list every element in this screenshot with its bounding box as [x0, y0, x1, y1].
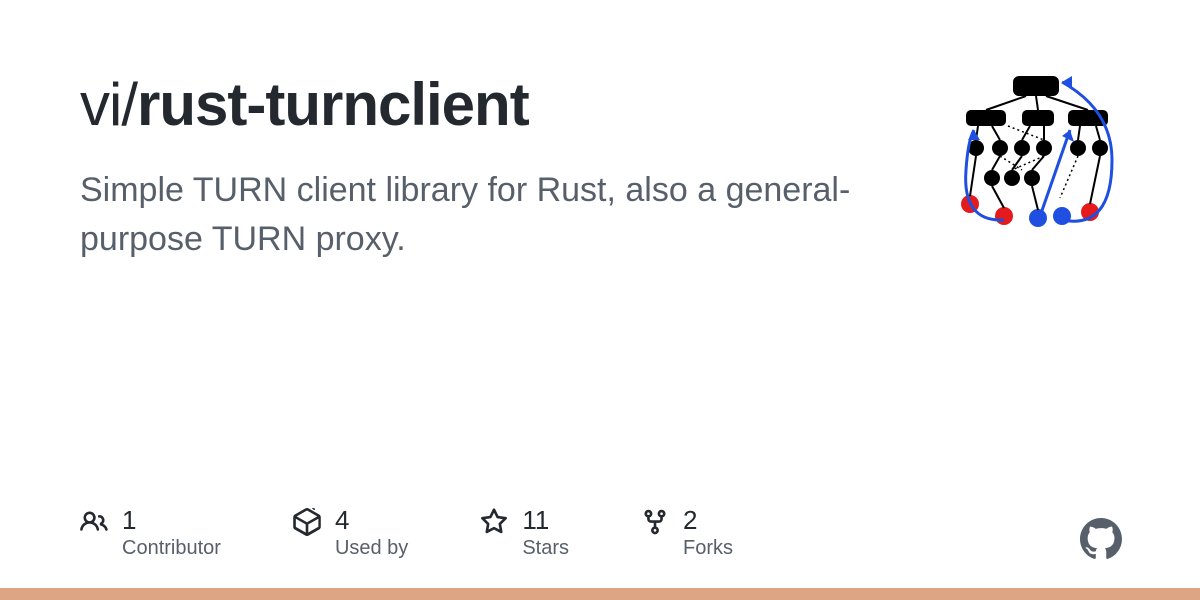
package-dependents-icon [293, 508, 321, 536]
fork-icon [641, 508, 669, 536]
stat-usedby[interactable]: 4 Used by [293, 506, 408, 560]
repo-avatar [952, 70, 1122, 240]
stat-stars[interactable]: 11 Stars [480, 506, 569, 560]
forks-label: Forks [683, 537, 733, 560]
usedby-count: 4 [335, 506, 408, 535]
repo-name[interactable]: rust-turnclient [137, 71, 529, 138]
github-logo-icon [1080, 518, 1122, 560]
stars-count: 11 [522, 506, 569, 535]
stars-label: Stars [522, 537, 569, 560]
contributors-count: 1 [122, 506, 221, 535]
usedby-label: Used by [335, 537, 408, 560]
contributors-label: Contributor [122, 537, 221, 560]
stat-forks[interactable]: 2 Forks [641, 506, 733, 560]
stat-contributors[interactable]: 1 Contributor [80, 506, 221, 560]
repo-stats: 1 Contributor 4 Used by 11 Stars [80, 506, 733, 560]
repo-title: vi/rust-turnclient [80, 72, 900, 138]
owner-name[interactable]: vi [80, 71, 121, 138]
people-icon [80, 508, 108, 536]
language-segment [0, 588, 1200, 600]
repo-description: Simple TURN client library for Rust, als… [80, 166, 910, 265]
language-bar [0, 588, 1200, 600]
forks-count: 2 [683, 506, 733, 535]
star-icon [480, 508, 508, 536]
